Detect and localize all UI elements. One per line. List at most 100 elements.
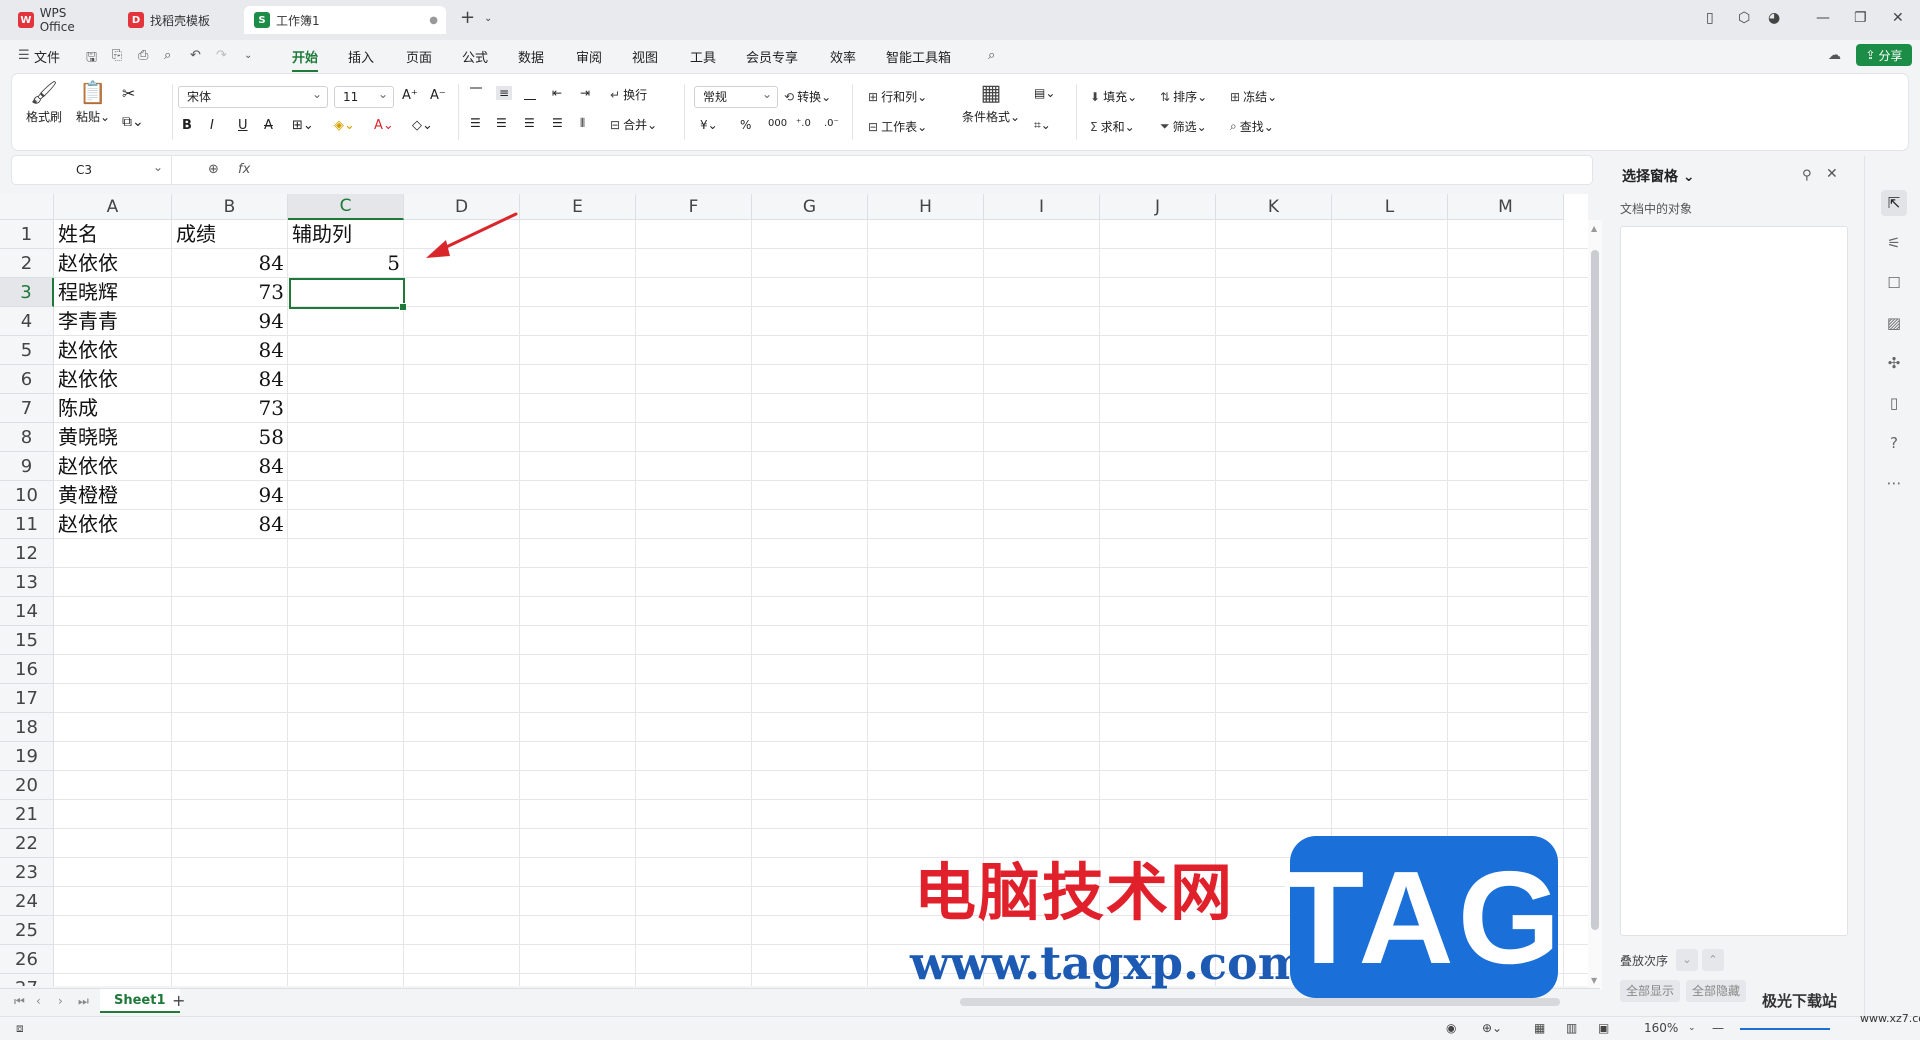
- tab-list-chevron-icon[interactable]: ⌄: [484, 13, 492, 24]
- column-header-g[interactable]: G: [752, 194, 868, 220]
- cell-a10[interactable]: 黄橙橙: [54, 481, 172, 510]
- cube-icon[interactable]: ⬡: [1738, 10, 1750, 26]
- number-format-select[interactable]: 常规: [694, 84, 778, 108]
- zoom-out-icon[interactable]: —: [1712, 1021, 1724, 1035]
- row-header-18[interactable]: 18: [0, 713, 54, 742]
- show-all-button[interactable]: 全部显示: [1620, 980, 1681, 1002]
- sheet-tab-sheet1[interactable]: Sheet1: [100, 989, 180, 1013]
- row-header-14[interactable]: 14: [0, 597, 54, 626]
- column-header-a[interactable]: A: [54, 194, 172, 220]
- horizontal-scrollbar[interactable]: [960, 998, 1560, 1006]
- increase-font-icon[interactable]: A⁺: [402, 88, 418, 103]
- undo-icon[interactable]: ↶: [190, 48, 201, 63]
- underline-icon[interactable]: U: [238, 118, 248, 133]
- strikethrough-icon[interactable]: A: [264, 118, 273, 133]
- pin-icon[interactable]: ⚲: [1802, 168, 1812, 183]
- row-header-15[interactable]: 15: [0, 626, 54, 655]
- select-cursor-icon[interactable]: ⇱: [1881, 190, 1907, 216]
- align-right-icon[interactable]: ☰: [524, 116, 535, 130]
- menu-data[interactable]: 数据: [518, 47, 544, 66]
- menu-insert[interactable]: 插入: [348, 47, 374, 66]
- menu-view[interactable]: 视图: [632, 47, 658, 66]
- cell-b6[interactable]: 84: [172, 365, 288, 394]
- worksheet-button[interactable]: ⊟ 工作表 ⌄: [868, 118, 927, 135]
- decrease-font-icon[interactable]: A⁻: [430, 88, 446, 103]
- cut-icon[interactable]: ✂: [122, 84, 135, 103]
- cell-c1[interactable]: 辅助列: [288, 220, 404, 249]
- next-sheet-icon[interactable]: ›: [58, 994, 63, 1008]
- tab-template[interactable]: D 找稻壳模板: [118, 6, 238, 34]
- increase-decimal-icon[interactable]: ⁺.0: [796, 118, 811, 129]
- help-icon[interactable]: ?: [1881, 430, 1907, 456]
- object-list[interactable]: [1620, 226, 1848, 936]
- redo-icon[interactable]: ↷: [216, 48, 227, 63]
- close-window-icon[interactable]: ✕: [1892, 10, 1904, 26]
- copy-icon[interactable]: ⧉⌄: [122, 114, 144, 130]
- cell-a11[interactable]: 赵依依: [54, 510, 172, 539]
- shape-icon[interactable]: ⌗⌄: [1034, 118, 1051, 133]
- row-header-20[interactable]: 20: [0, 771, 54, 800]
- menu-efficiency[interactable]: 效率: [830, 47, 856, 66]
- menu-member[interactable]: 会员专享: [746, 47, 798, 66]
- cell-b3[interactable]: 73: [172, 278, 288, 307]
- zoom-chevron-icon[interactable]: ⌄: [1688, 1023, 1696, 1033]
- name-box[interactable]: C3: [12, 153, 172, 184]
- indent-increase-icon[interactable]: ⇥: [580, 86, 590, 100]
- align-bottom-icon[interactable]: ⎽: [524, 86, 536, 101]
- row-header-8[interactable]: 8: [0, 423, 54, 452]
- menu-file[interactable]: 文件: [34, 47, 60, 66]
- freeze-button[interactable]: ⊞ 冻结 ⌄: [1230, 88, 1277, 105]
- sum-button[interactable]: Σ 求和 ⌄: [1090, 118, 1135, 135]
- cell-b4[interactable]: 94: [172, 307, 288, 336]
- format-painter-button[interactable]: 🖌 格式刷: [26, 80, 62, 125]
- row-header-17[interactable]: 17: [0, 684, 54, 713]
- find-button[interactable]: ⌕ 查找 ⌄: [1230, 118, 1274, 135]
- column-header-j[interactable]: J: [1100, 194, 1216, 220]
- menu-tools[interactable]: 工具: [690, 47, 716, 66]
- cond-format-button[interactable]: ▦ 条件格式⌄: [962, 80, 1020, 125]
- row-header-25[interactable]: 25: [0, 916, 54, 945]
- font-size-select[interactable]: 11: [334, 84, 394, 108]
- cell-style-icon[interactable]: ▤⌄: [1034, 86, 1055, 100]
- scroll-down-icon[interactable]: ▼: [1591, 976, 1597, 985]
- share-button[interactable]: ⇪ 分享: [1856, 44, 1912, 66]
- row-header-5[interactable]: 5: [0, 336, 54, 365]
- zoom-slider[interactable]: [1740, 1028, 1830, 1030]
- save-icon[interactable]: 🖫: [86, 48, 97, 70]
- font-color-icon[interactable]: A⌄: [374, 118, 394, 133]
- settings-sliders-icon[interactable]: ⚟: [1881, 230, 1907, 256]
- font-name-select[interactable]: 宋体: [178, 84, 328, 108]
- currency-icon[interactable]: ¥⌄: [700, 118, 718, 132]
- book-icon[interactable]: ▯: [1881, 390, 1907, 416]
- cell-a6[interactable]: 赵依依: [54, 365, 172, 394]
- filter-button[interactable]: ⏷ 筛选 ⌄: [1160, 118, 1207, 135]
- cell-a3[interactable]: 程晓辉: [54, 278, 172, 307]
- tab-workbook[interactable]: S 工作簿1 ●: [244, 6, 446, 34]
- row-header-19[interactable]: 19: [0, 742, 54, 771]
- macro-icon[interactable]: ⧈: [16, 1021, 24, 1036]
- hide-all-button[interactable]: 全部隐藏: [1686, 980, 1747, 1002]
- menu-review[interactable]: 审阅: [576, 47, 602, 66]
- print-icon[interactable]: ⎙: [138, 48, 148, 63]
- indent-decrease-icon[interactable]: ⇤: [552, 86, 562, 100]
- merge-button[interactable]: ⊟ 合并 ⌄: [610, 116, 657, 133]
- bold-icon[interactable]: B: [182, 118, 192, 133]
- row-header-23[interactable]: 23: [0, 858, 54, 887]
- avatar-icon[interactable]: ◕: [1768, 10, 1780, 26]
- quick-access-chevron-icon[interactable]: ⌄: [244, 50, 252, 61]
- row-header-27[interactable]: 27: [0, 974, 54, 986]
- cell-a4[interactable]: 李青青: [54, 307, 172, 336]
- row-header-10[interactable]: 10: [0, 481, 54, 510]
- cell-b8[interactable]: 58: [172, 423, 288, 452]
- vertical-scrollbar[interactable]: ▲ ▼: [1588, 220, 1602, 990]
- image-icon[interactable]: ▨: [1881, 310, 1907, 336]
- hamburger-icon[interactable]: ☰: [18, 48, 30, 63]
- paste-button[interactable]: 📋 粘贴⌄: [76, 80, 110, 125]
- add-sheet-icon[interactable]: +: [172, 991, 185, 1010]
- new-tab-plus-icon[interactable]: +: [460, 7, 475, 28]
- row-header-6[interactable]: 6: [0, 365, 54, 394]
- tools-icon[interactable]: ✣: [1881, 350, 1907, 376]
- column-header-h[interactable]: H: [868, 194, 984, 220]
- border-icon[interactable]: ⊞⌄: [292, 118, 314, 133]
- cell-a9[interactable]: 赵依依: [54, 452, 172, 481]
